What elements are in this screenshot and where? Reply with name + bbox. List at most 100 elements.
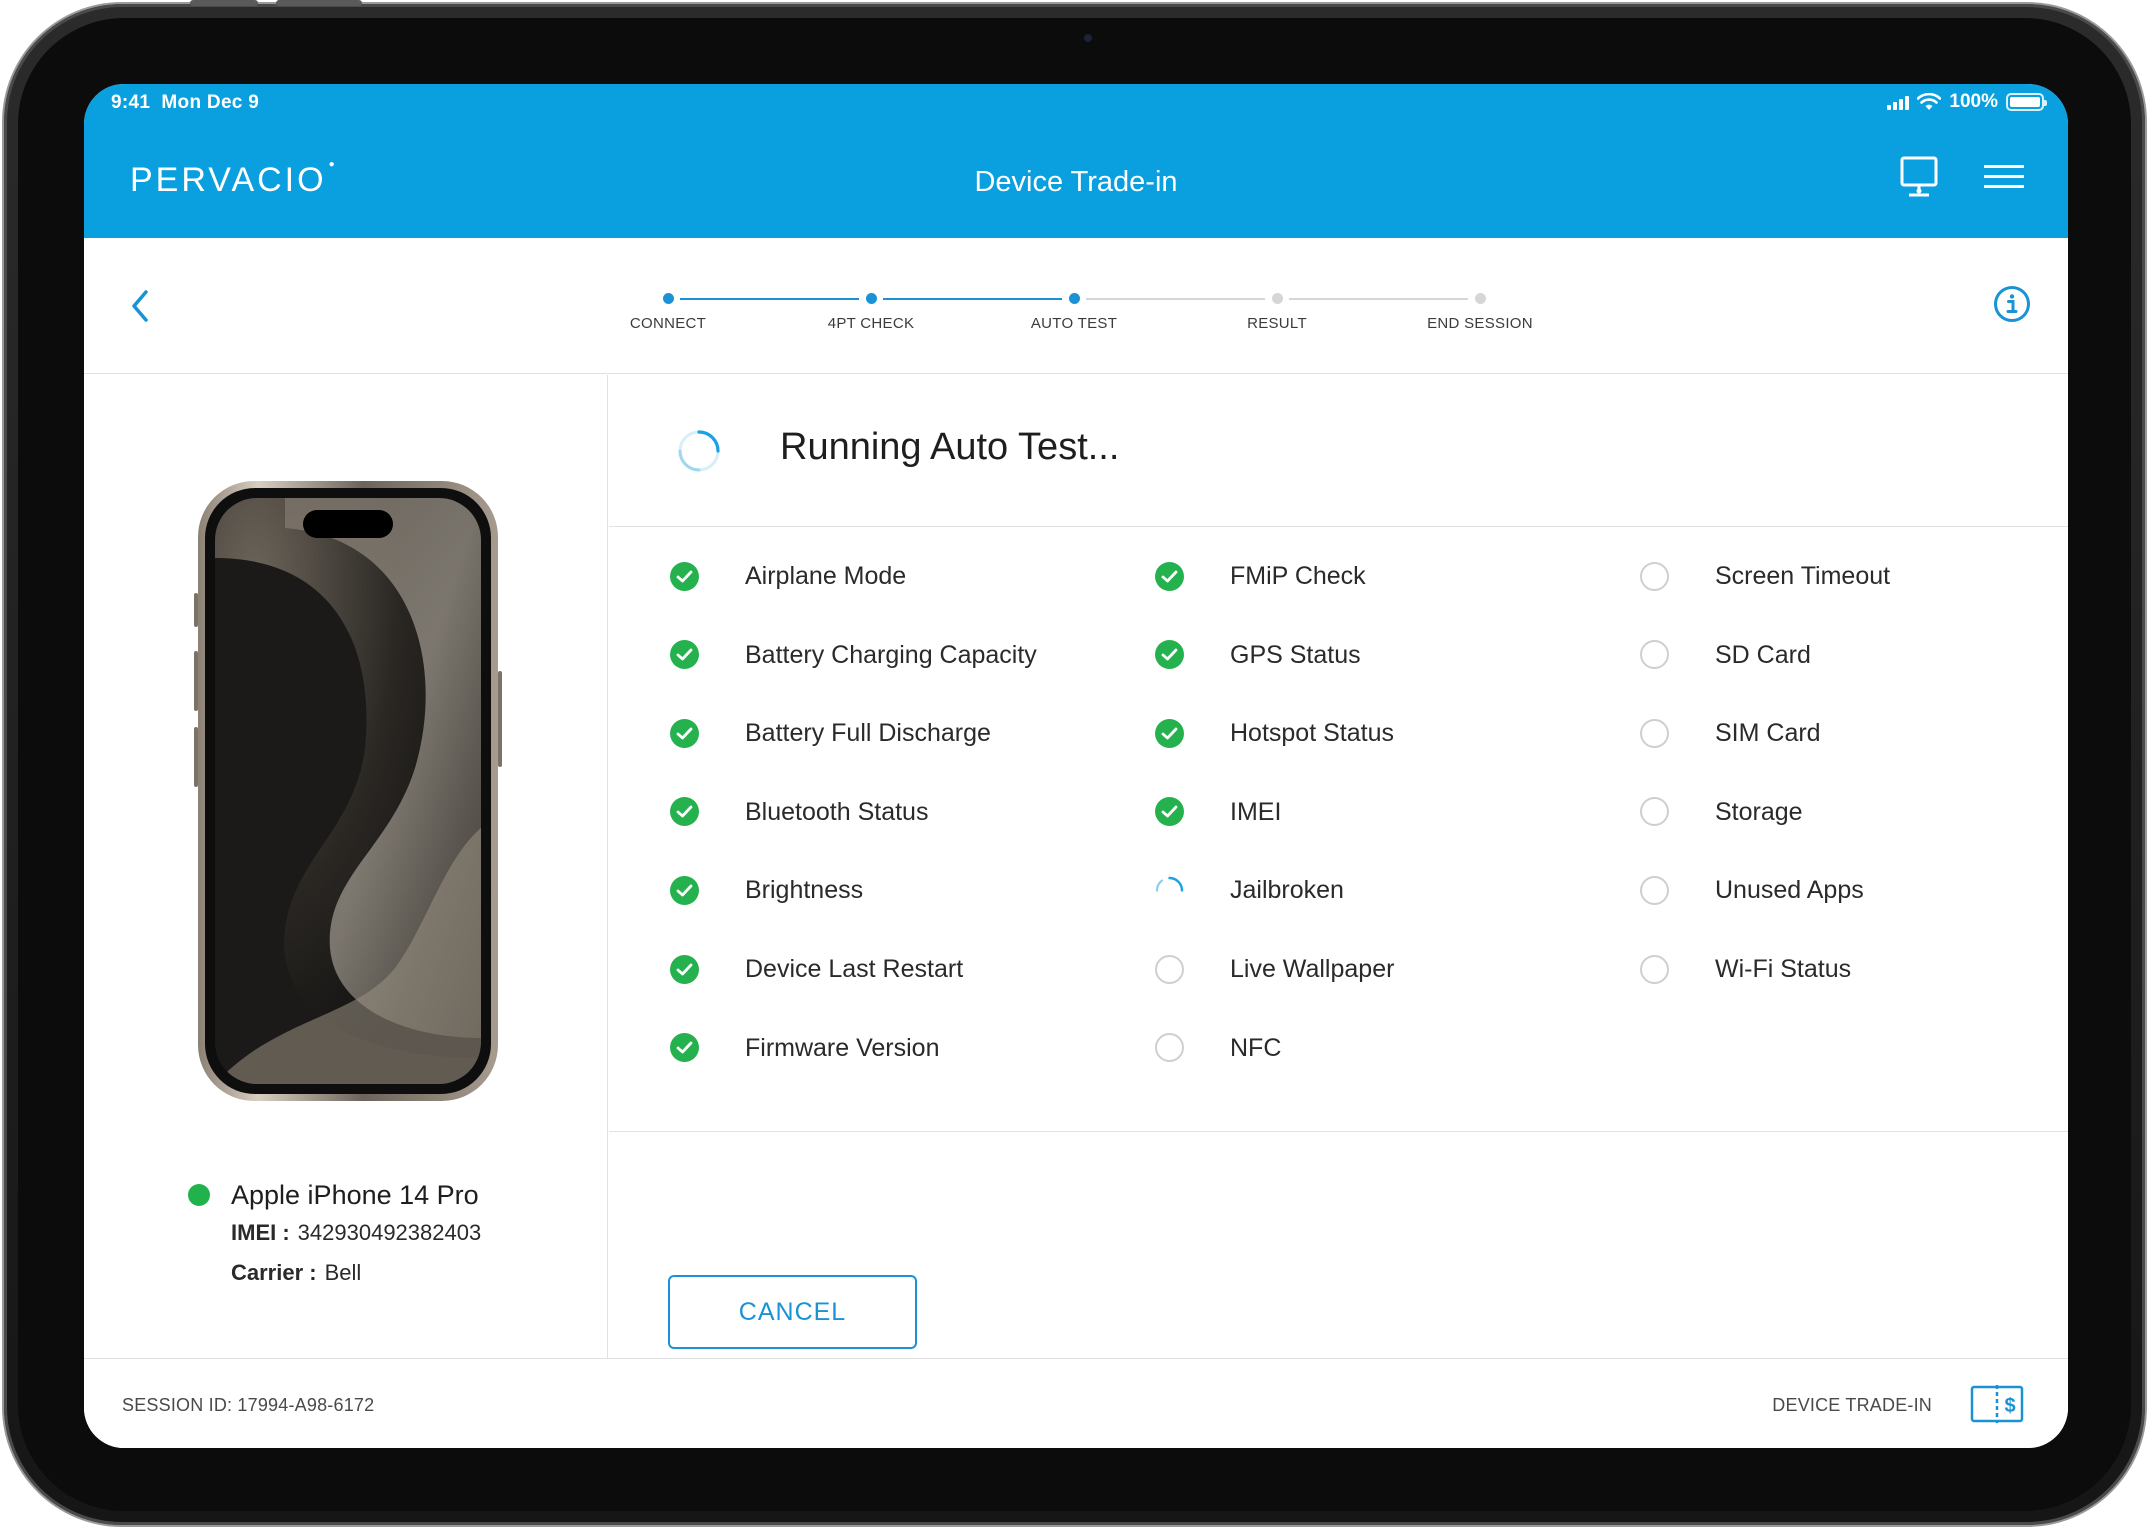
test-label: Firmware Version [745, 1033, 940, 1062]
test-list: Airplane Mode Battery Charging Capacity Ba… [609, 528, 2068, 1132]
test-item-sd-card: SD Card [1639, 635, 1811, 675]
footer-mode-label: DEVICE TRADE-IN [1772, 1395, 1932, 1415]
empty-circle-icon [1639, 796, 1670, 827]
check-circle-icon [669, 796, 700, 827]
device-imei: IMEI :342930492382403 [231, 1220, 482, 1245]
empty-circle-icon [1154, 1032, 1185, 1063]
monitor-icon[interactable] [1896, 154, 1942, 200]
progress-steps-bar: CONNECT 4PT CHECK AUTO TEST RESULT END SESSI… [84, 238, 2068, 374]
check-circle-icon [1154, 639, 1185, 670]
test-label: Device Last Restart [745, 955, 964, 983]
top-button [276, 0, 362, 6]
test-item-device-last-restart: Device Last Restart [669, 949, 963, 989]
test-label: Jailbroken [1230, 876, 1344, 905]
test-label: SIM Card [1715, 719, 1821, 748]
auto-test-panel: Running Auto Test... Airplane Mode Batter… [609, 375, 2068, 1358]
empty-circle-icon [1639, 954, 1670, 985]
spinner-icon [1154, 875, 1185, 906]
test-item-battery-charging-capacity: Battery Charging Capacity [669, 635, 1037, 675]
test-label: Airplane Mode [745, 562, 907, 590]
check-circle-icon [669, 954, 700, 985]
check-circle-icon [669, 639, 700, 670]
empty-circle-icon [1154, 954, 1185, 985]
empty-circle-icon [1639, 718, 1670, 749]
step-label: 4PT CHECK [827, 315, 915, 332]
step-connector [1086, 298, 1265, 300]
battery-percent: 100% [1949, 91, 1998, 112]
step-label: CONNECT [629, 315, 707, 332]
test-label: NFC [1230, 1033, 1282, 1062]
app-screen: 9:41 Mon Dec 9 100% PERVACIO ● Device Tra… [84, 84, 2068, 1448]
test-item-screen-timeout: Screen Timeout [1639, 556, 1890, 596]
step-dot-end-session [1475, 293, 1486, 304]
test-label: FMiP Check [1230, 562, 1366, 590]
step-dot-connect [663, 293, 674, 304]
run-header: Running Auto Test... [609, 375, 2068, 527]
test-item-airplane-mode: Airplane Mode [669, 556, 906, 596]
test-item-unused-apps: Unused Apps [1639, 870, 1864, 910]
status-time: 9:41 Mon Dec 9 [111, 92, 260, 113]
check-circle-icon [669, 1032, 700, 1063]
front-camera [1084, 34, 1092, 42]
step-dot-4pt-check [866, 293, 877, 304]
test-item-gps-status: GPS Status [1154, 635, 1361, 675]
battery-icon [2006, 93, 2047, 111]
info-icon [1994, 286, 2030, 322]
device-carrier: Carrier : Bell [231, 1260, 362, 1285]
empty-circle-icon [1639, 639, 1670, 670]
step-dot-result [1272, 293, 1283, 304]
svg-text:$: $ [2004, 1395, 2015, 1417]
test-item-imei: IMEI [1154, 792, 1281, 832]
test-item-nfc: NFC [1154, 1028, 1281, 1068]
dynamic-island [303, 510, 393, 538]
wifi-icon [1917, 93, 1942, 110]
session-id: SESSION ID: 17994-A98-6172 [122, 1395, 375, 1415]
step-indicator: CONNECT 4PT CHECK AUTO TEST RESULT END SESSI… [84, 238, 2068, 374]
cellular-signal-icon [1887, 94, 1910, 110]
test-label: GPS Status [1230, 640, 1361, 669]
spinner-icon [678, 430, 720, 472]
test-item-sim-card: SIM Card [1639, 713, 1821, 753]
test-item-live-wallpaper: Live Wallpaper [1154, 949, 1394, 989]
empty-circle-icon [1639, 561, 1670, 592]
test-label: Hotspot Status [1230, 719, 1394, 748]
step-connector [883, 298, 1062, 300]
test-label: SD Card [1715, 640, 1811, 669]
step-label: END SESSION [1427, 315, 1533, 332]
empty-circle-icon [1639, 875, 1670, 906]
test-item-wi-fi-status: Wi-Fi Status [1639, 949, 1851, 989]
device-panel: Apple iPhone 14 Pro IMEI :34293049238240… [84, 375, 608, 1358]
test-label: Brightness [745, 876, 864, 905]
device-status-dot [188, 1184, 210, 1206]
test-item-hotspot-status: Hotspot Status [1154, 713, 1394, 753]
running-title: Running Auto Test... [780, 426, 1120, 468]
test-label: Battery Full Discharge [745, 719, 991, 748]
info-button[interactable] [1992, 284, 2032, 324]
step-label: RESULT [1247, 315, 1307, 332]
check-circle-icon [1154, 718, 1185, 749]
cancel-button[interactable]: CANCEL [668, 1275, 917, 1349]
step-connector [1289, 298, 1468, 300]
test-item-battery-full-discharge: Battery Full Discharge [669, 713, 991, 753]
device-name: Apple iPhone 14 Pro [231, 1180, 479, 1210]
hamburger-menu-icon[interactable] [1981, 154, 2027, 200]
test-item-fmip-check: FMiP Check [1154, 556, 1366, 596]
trade-in-icon[interactable]: $ [1970, 1383, 2024, 1425]
test-label: Bluetooth Status [745, 797, 929, 826]
top-button [190, 0, 258, 6]
test-label: Live Wallpaper [1230, 955, 1395, 983]
test-label: Unused Apps [1715, 876, 1864, 905]
step-connector [680, 298, 859, 300]
test-item-brightness: Brightness [669, 870, 863, 910]
step-label: AUTO TEST [1030, 315, 1118, 332]
test-item-storage: Storage [1639, 792, 1803, 832]
test-item-jailbroken: Jailbroken [1154, 870, 1344, 910]
check-circle-icon [1154, 796, 1185, 827]
check-circle-icon [669, 875, 700, 906]
footer: SESSION ID: 17994-A98-6172 DEVICE TRADE-… [84, 1358, 2068, 1448]
device-image [194, 481, 502, 1101]
status-indicators: 100% [1887, 91, 2047, 113]
step-dot-auto-test [1069, 293, 1080, 304]
check-circle-icon [669, 718, 700, 749]
test-label: Battery Charging Capacity [745, 640, 1037, 669]
